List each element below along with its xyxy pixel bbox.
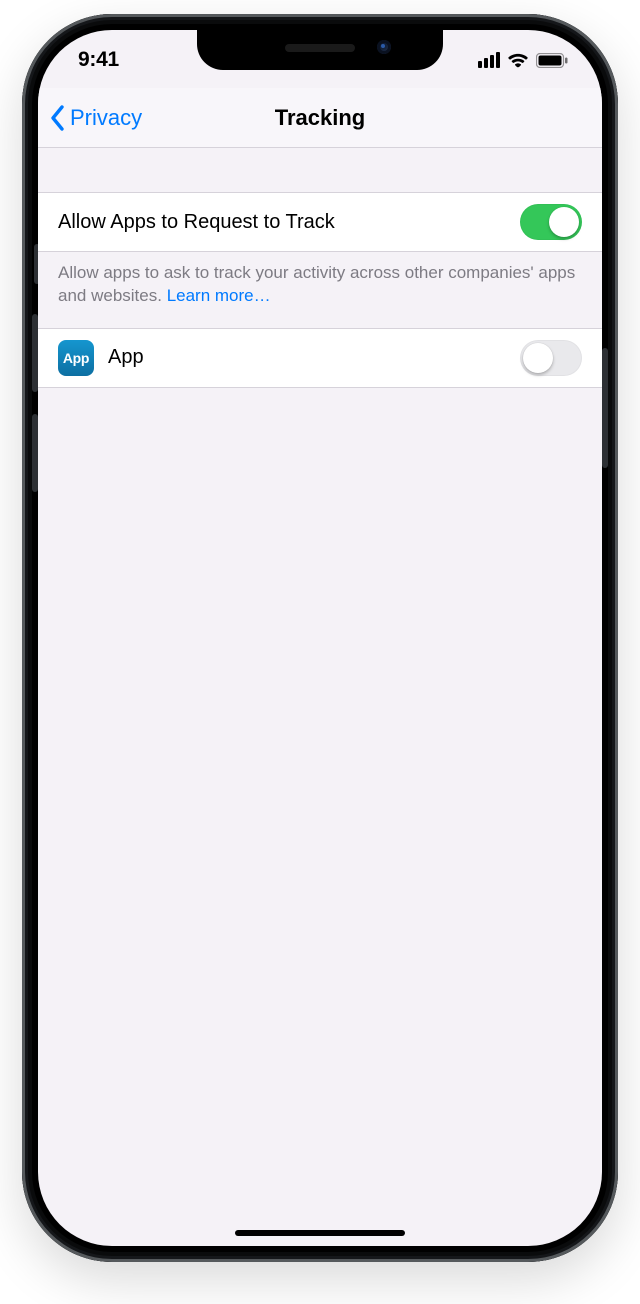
- footer-text: Allow apps to ask to track your activity…: [58, 263, 575, 305]
- battery-icon: [536, 53, 568, 68]
- row-app-tracking: App App: [38, 328, 602, 388]
- phone-frame: 9:41: [22, 14, 618, 1262]
- app-name-label: App: [108, 346, 520, 369]
- status-time: 9:41: [78, 48, 119, 72]
- phone-screen: 9:41: [38, 30, 602, 1246]
- learn-more-link[interactable]: Learn more…: [167, 286, 271, 305]
- back-button[interactable]: Privacy: [50, 105, 142, 131]
- wifi-icon: [507, 52, 529, 68]
- nav-bar: Privacy Tracking: [38, 88, 602, 148]
- settings-content: Allow Apps to Request to Track Allow app…: [38, 148, 602, 1246]
- cell-signal-icon: [478, 52, 500, 68]
- speaker-grille: [285, 44, 355, 52]
- row-allow-request-to-track: Allow Apps to Request to Track: [38, 192, 602, 252]
- side-button: [602, 348, 608, 468]
- home-indicator[interactable]: [235, 1230, 405, 1236]
- chevron-left-icon: [50, 105, 66, 131]
- front-camera: [377, 40, 391, 54]
- section-footer: Allow apps to ask to track your activity…: [38, 252, 602, 328]
- toggle-allow-request-to-track[interactable]: [520, 204, 582, 240]
- back-label: Privacy: [70, 105, 142, 131]
- toggle-app-tracking[interactable]: [520, 340, 582, 376]
- app-icon: App: [58, 340, 94, 376]
- row-allow-label: Allow Apps to Request to Track: [58, 211, 520, 234]
- notch: [197, 30, 443, 70]
